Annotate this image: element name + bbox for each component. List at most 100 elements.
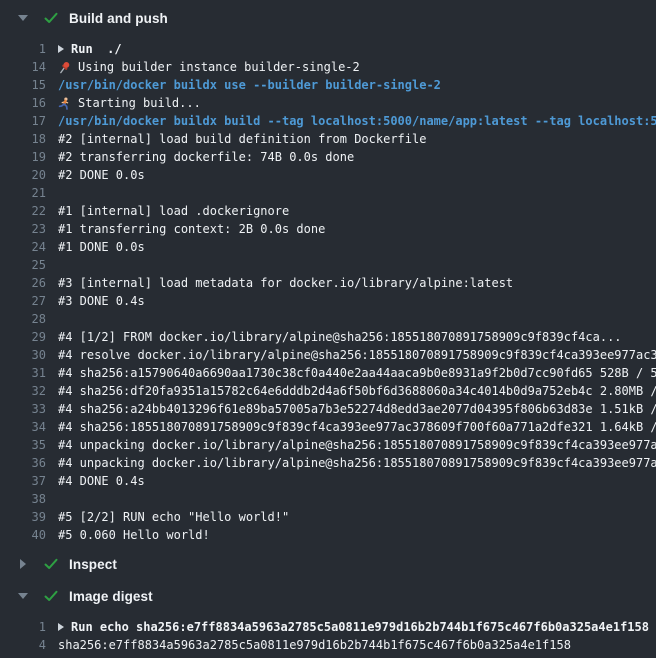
log-line: 40 #5 0.060 Hello world! (0, 526, 656, 544)
log-line: 21 (0, 184, 656, 202)
line-number[interactable]: 26 (0, 274, 46, 292)
section-header-build-and-push[interactable]: Build and push (0, 2, 656, 34)
line-number[interactable]: 23 (0, 220, 46, 238)
line-number[interactable]: 28 (0, 310, 46, 328)
line-text: #4 sha256:a15790640a6690aa1730c38cf0a440… (58, 364, 656, 382)
line-text: #4 sha256:185518070891758909c9f839cf4ca3… (58, 418, 656, 436)
line-text: #1 DONE 0.0s (58, 238, 145, 256)
line-text-content: #1 [internal] load .dockerignore (58, 202, 289, 220)
line-text-content: #1 transferring context: 2B 0.0s done (58, 220, 325, 238)
line-text-content: #1 DONE 0.0s (58, 238, 145, 256)
line-number[interactable]: 1 (0, 40, 46, 58)
run-expander-icon[interactable] (58, 45, 64, 53)
log-line: 35 #4 unpacking docker.io/library/alpine@… (0, 436, 656, 454)
check-icon (43, 556, 59, 572)
line-number[interactable]: 4 (0, 636, 46, 654)
line-number[interactable]: 37 (0, 472, 46, 490)
line-text: sha256:e7ff8834a5963a2785c5a0811e979d16b… (58, 636, 571, 654)
line-text-content: #4 sha256:a24bb4013296f61e89ba57005a7b3e… (58, 400, 656, 418)
line-number[interactable]: 31 (0, 364, 46, 382)
log-line: 27 #3 DONE 0.4s (0, 292, 656, 310)
line-number[interactable]: 38 (0, 490, 46, 508)
line-text-content: /usr/bin/docker buildx use --builder bui… (58, 76, 441, 94)
line-number[interactable]: 18 (0, 130, 46, 148)
line-number[interactable]: 36 (0, 454, 46, 472)
line-number[interactable]: 25 (0, 256, 46, 274)
line-number[interactable]: 1 (0, 618, 46, 636)
line-text-content: #4 sha256:a15790640a6690aa1730c38cf0a440… (58, 364, 656, 382)
line-text-content: #2 DONE 0.0s (58, 166, 145, 184)
log-viewer: Build and push1Run ./14Using builder ins… (0, 0, 656, 658)
line-text-content: #5 0.060 Hello world! (58, 526, 210, 544)
section-inspect: Inspect (0, 548, 656, 580)
line-text-content: #4 unpacking docker.io/library/alpine@sh… (58, 454, 656, 472)
chevron-right-icon[interactable] (18, 559, 28, 569)
log-line: 1 Run ./ (0, 40, 656, 58)
line-text-content: #4 resolve docker.io/library/alpine@sha2… (58, 346, 656, 364)
log-line: 33 #4 sha256:a24bb4013296f61e89ba57005a7b… (0, 400, 656, 418)
section-title: Inspect (69, 557, 117, 572)
line-number[interactable]: 33 (0, 400, 46, 418)
check-icon (43, 10, 59, 26)
run-expander-icon[interactable] (58, 623, 64, 631)
line-number[interactable]: 32 (0, 382, 46, 400)
line-number[interactable]: 29 (0, 328, 46, 346)
line-text: Using builder instance builder-single-2 (58, 58, 360, 76)
line-text-content: #4 DONE 0.4s (58, 472, 145, 490)
section-header-inspect[interactable]: Inspect (0, 548, 656, 580)
log-line: 4 sha256:e7ff8834a5963a2785c5a0811e979d16… (0, 636, 656, 654)
section-header-image-digest[interactable]: Image digest (0, 580, 656, 612)
line-number[interactable]: 34 (0, 418, 46, 436)
line-text-content: #5 [2/2] RUN echo "Hello world!" (58, 508, 289, 526)
line-number[interactable]: 22 (0, 202, 46, 220)
line-text: #2 DONE 0.0s (58, 166, 145, 184)
line-number[interactable]: 35 (0, 436, 46, 454)
log-line: 37 #4 DONE 0.4s (0, 472, 656, 490)
line-text: Run ./ (58, 40, 122, 58)
line-text: #4 DONE 0.4s (58, 472, 145, 490)
line-number[interactable]: 19 (0, 148, 46, 166)
line-number[interactable]: 14 (0, 58, 46, 76)
line-text-content: #2 transferring dockerfile: 74B 0.0s don… (58, 148, 354, 166)
line-number[interactable]: 30 (0, 346, 46, 364)
line-number[interactable]: 21 (0, 184, 46, 202)
log-line: 22 #1 [internal] load .dockerignore (0, 202, 656, 220)
line-text-content: Starting build... (78, 94, 201, 112)
line-text: #4 unpacking docker.io/library/alpine@sh… (58, 436, 656, 454)
line-number[interactable]: 24 (0, 238, 46, 256)
line-text: #3 DONE 0.4s (58, 292, 145, 310)
line-text: #4 sha256:a24bb4013296f61e89ba57005a7b3e… (58, 400, 656, 418)
line-text-content: #3 [internal] load metadata for docker.i… (58, 274, 513, 292)
log-line: 38 (0, 490, 656, 508)
log-line: 14 Using builder instance builder-single-… (0, 58, 656, 76)
section-title: Image digest (69, 589, 153, 604)
line-text: #4 [1/2] FROM docker.io/library/alpine@s… (58, 328, 622, 346)
line-text-content: #4 sha256:185518070891758909c9f839cf4ca3… (58, 418, 656, 436)
section-image-digest: Image digest 1 Run echo sha256:e7ff8834a59… (0, 580, 656, 658)
line-number[interactable]: 40 (0, 526, 46, 544)
line-text-content: #4 [1/2] FROM docker.io/library/alpine@s… (58, 328, 622, 346)
line-number[interactable]: 17 (0, 112, 46, 130)
log-line: 26 #3 [internal] load metadata for docker… (0, 274, 656, 292)
line-text: /usr/bin/docker buildx use --builder bui… (58, 76, 441, 94)
log-lines: 1 Run echo sha256:e7ff8834a5963a2785c5a08… (0, 612, 656, 658)
line-text: #4 unpacking docker.io/library/alpine@sh… (58, 454, 656, 472)
section-build-and-push: Build and push 1 Run ./ 14 Using builder ins… (0, 2, 656, 548)
line-text: Run echo sha256:e7ff8834a5963a2785c5a081… (58, 618, 649, 636)
line-text-content: sha256:e7ff8834a5963a2785c5a0811e979d16b… (58, 636, 571, 654)
line-number[interactable]: 39 (0, 508, 46, 526)
pushpin-icon (58, 61, 72, 74)
log-line: 30 #4 resolve docker.io/library/alpine@sh… (0, 346, 656, 364)
log-line: 16 Starting build... (0, 94, 656, 112)
line-number[interactable]: 27 (0, 292, 46, 310)
log-line: 20 #2 DONE 0.0s (0, 166, 656, 184)
chevron-down-icon[interactable] (18, 15, 28, 21)
line-text-content: Using builder instance builder-single-2 (78, 58, 360, 76)
line-number[interactable]: 20 (0, 166, 46, 184)
line-number[interactable]: 15 (0, 76, 46, 94)
log-line: 29 #4 [1/2] FROM docker.io/library/alpine… (0, 328, 656, 346)
log-line: 36 #4 unpacking docker.io/library/alpine@… (0, 454, 656, 472)
log-line: 1 Run echo sha256:e7ff8834a5963a2785c5a08… (0, 618, 656, 636)
line-number[interactable]: 16 (0, 94, 46, 112)
chevron-down-icon[interactable] (18, 593, 28, 599)
